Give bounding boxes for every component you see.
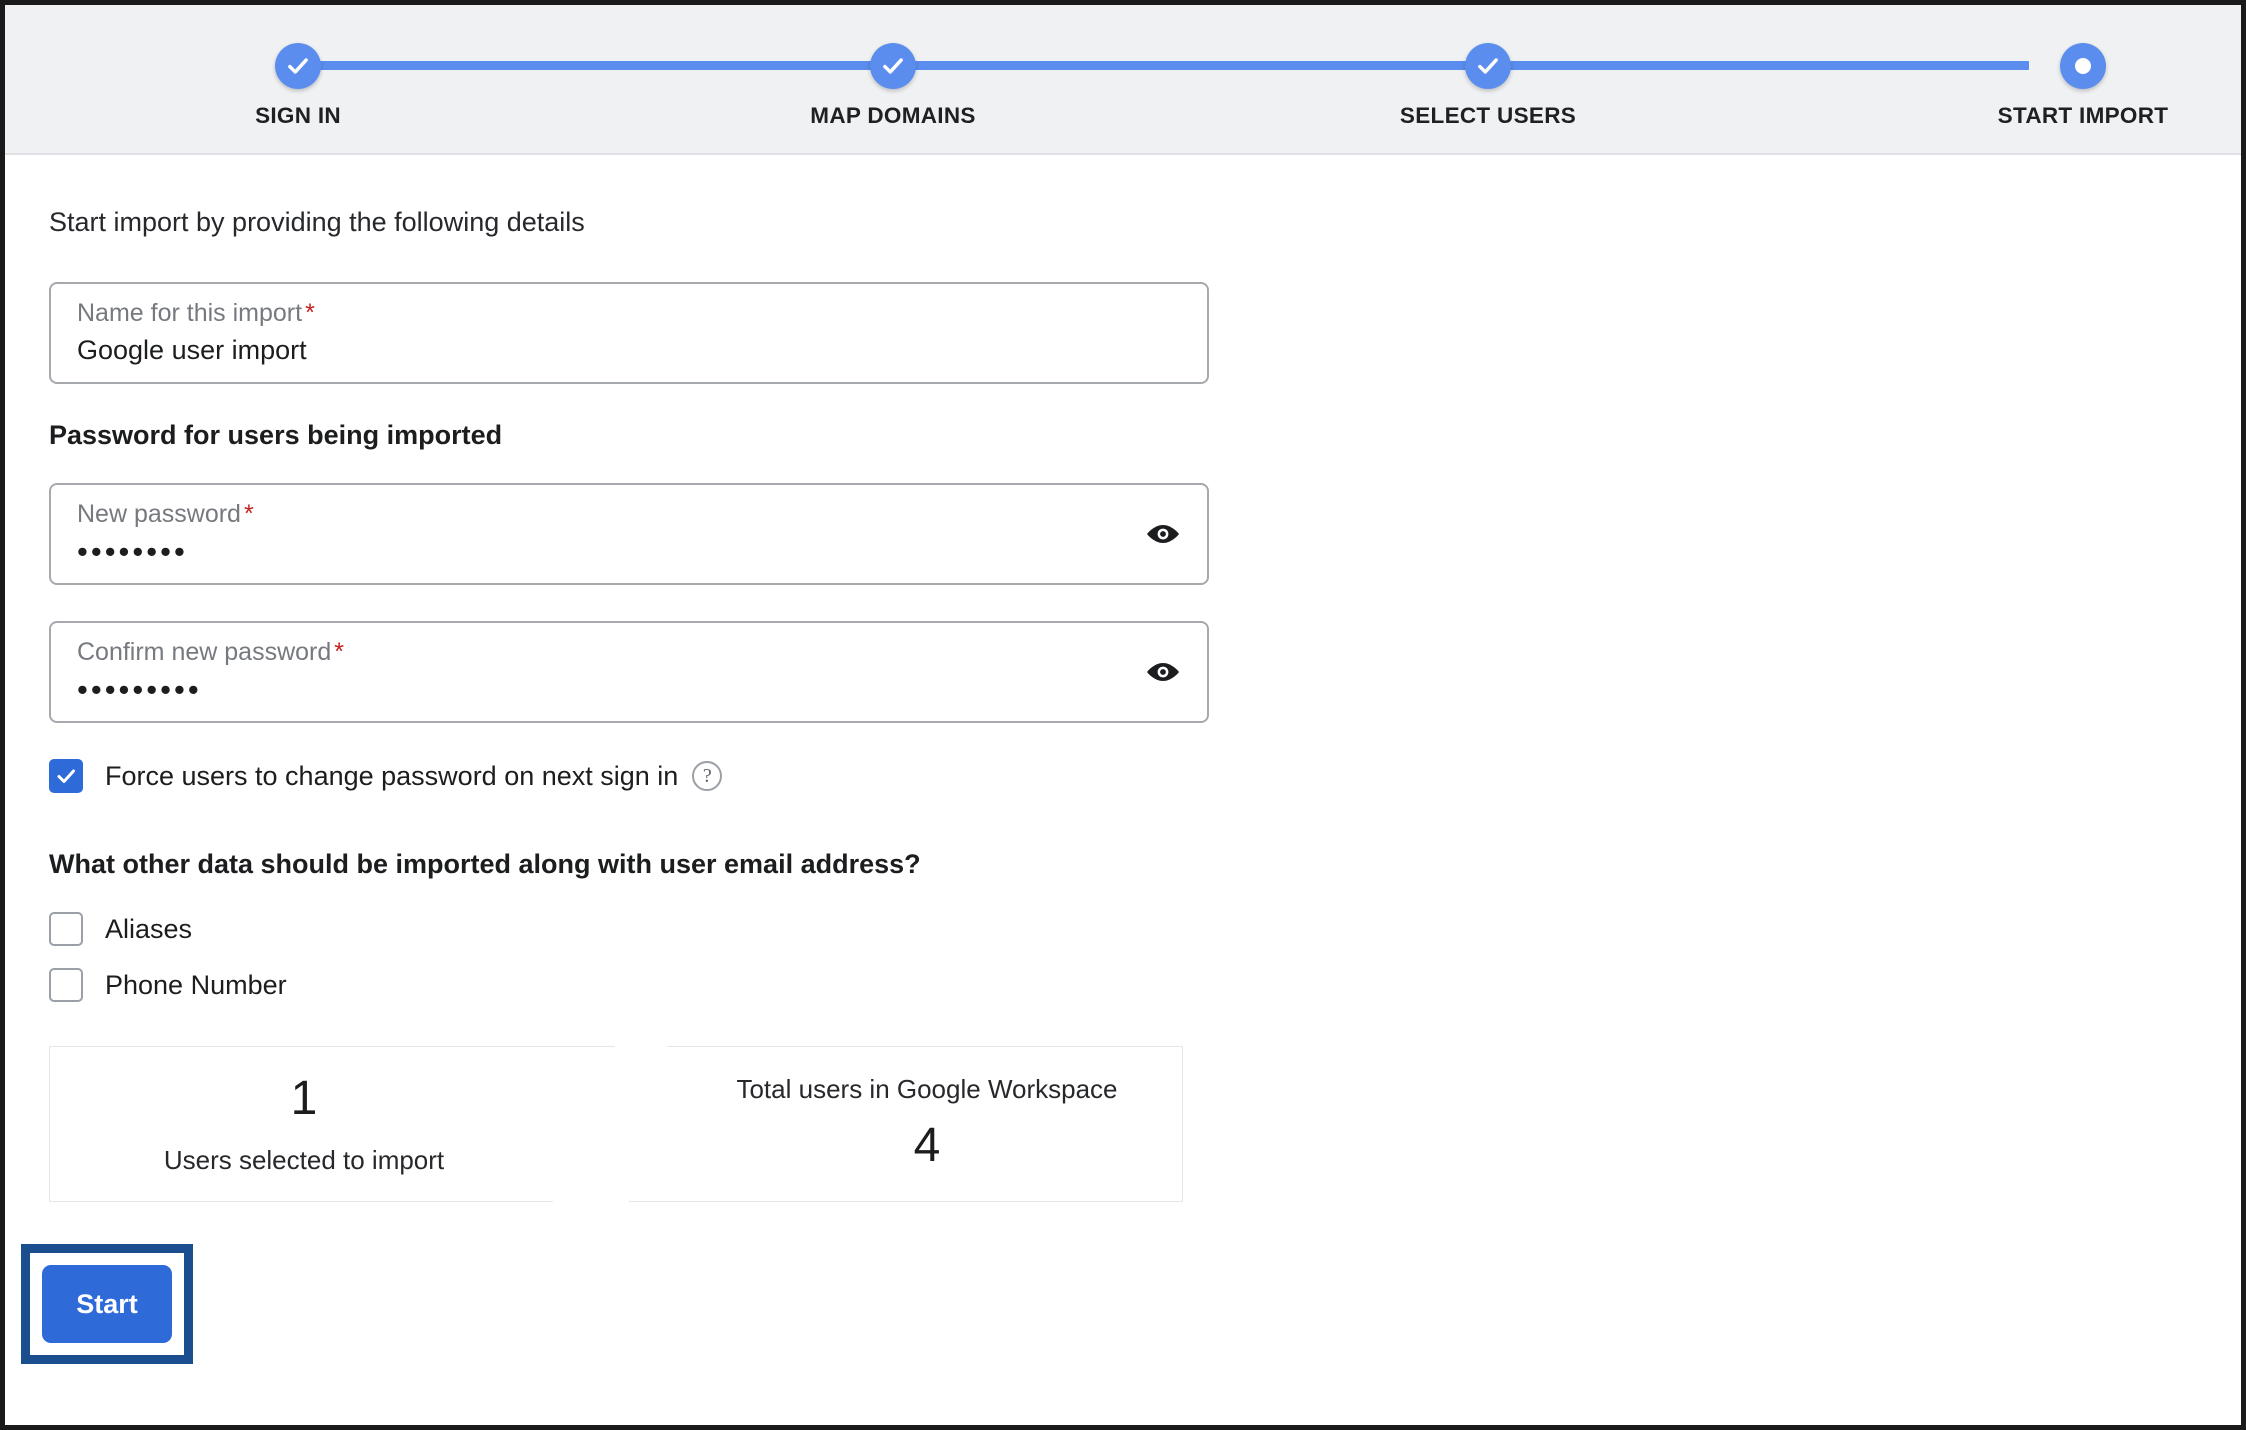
- total-users-caption: Total users in Google Workspace: [736, 1074, 1118, 1105]
- new-password-label: New password *: [77, 502, 1183, 527]
- other-data-heading: What other data should be imported along…: [49, 849, 921, 879]
- option-aliases-row[interactable]: Aliases: [49, 912, 2241, 946]
- required-asterisk: *: [243, 500, 254, 528]
- step-select-users[interactable]: SELECT USERS: [1328, 5, 1648, 129]
- stepper-track: [298, 61, 2029, 70]
- import-name-field[interactable]: Name for this import * Google user import: [49, 282, 1209, 384]
- selected-users-caption: Users selected to import: [163, 1144, 445, 1175]
- step-label: MAP DOMAINS: [810, 103, 976, 128]
- import-name-value[interactable]: Google user import: [77, 337, 1183, 364]
- confirm-password-label: Confirm new password *: [77, 640, 1183, 665]
- phone-number-checkbox[interactable]: [49, 968, 83, 1002]
- aliases-label: Aliases: [105, 913, 193, 944]
- help-question-icon[interactable]: ?: [692, 761, 723, 791]
- required-asterisk: *: [305, 299, 315, 327]
- new-password-value[interactable]: ••••••••: [77, 536, 1183, 567]
- step-label: SIGN IN: [255, 103, 341, 128]
- force-password-change-row[interactable]: Force users to change password on next s…: [49, 759, 2241, 793]
- dot-icon: [2060, 43, 2106, 89]
- page-intro-text: Start import by providing the following …: [49, 207, 585, 237]
- phone-number-label: Phone Number: [105, 969, 287, 1000]
- total-users-count: 4: [913, 1119, 941, 1173]
- force-password-change-checkbox[interactable]: [49, 759, 83, 793]
- eye-icon[interactable]: [1143, 652, 1183, 692]
- password-section-heading: Password for users being imported: [49, 420, 503, 450]
- wizard-stepper: SIGN IN MAP DOMAINS SELECT USERS START I…: [5, 5, 2241, 155]
- import-wizard-page: SIGN IN MAP DOMAINS SELECT USERS START I…: [0, 0, 2246, 1430]
- step-label: SELECT USERS: [1399, 103, 1577, 128]
- start-button[interactable]: Start: [42, 1265, 172, 1343]
- step-map-domains[interactable]: MAP DOMAINS: [733, 5, 1053, 129]
- confirm-password-field[interactable]: Confirm new password * •••••••••: [49, 621, 1209, 723]
- option-phone-number-row[interactable]: Phone Number: [49, 968, 2241, 1002]
- stats-cards: 1 Users selected to import Total users i…: [49, 1046, 1183, 1202]
- aliases-checkbox[interactable]: [49, 912, 83, 946]
- import-form: Start import by providing the following …: [5, 155, 2241, 1364]
- new-password-field[interactable]: New password * ••••••••: [49, 483, 1209, 585]
- import-name-label: Name for this import *: [77, 301, 1183, 326]
- confirm-password-value[interactable]: •••••••••: [77, 674, 1183, 705]
- step-start-import[interactable]: START IMPORT: [1923, 5, 2241, 129]
- step-sign-in[interactable]: SIGN IN: [138, 5, 458, 129]
- new-password-label-text: New password: [77, 500, 241, 528]
- check-icon: [1465, 43, 1511, 89]
- required-asterisk: *: [334, 638, 344, 666]
- check-icon: [275, 43, 321, 89]
- selected-users-count: 1: [290, 1072, 318, 1126]
- eye-icon[interactable]: [1143, 514, 1183, 554]
- total-users-card: Total users in Google Workspace 4: [629, 1046, 1183, 1202]
- force-password-change-label: Force users to change password on next s…: [105, 760, 679, 791]
- confirm-password-label-text: Confirm new password: [77, 638, 332, 666]
- check-icon: [870, 43, 916, 89]
- import-name-label-text: Name for this import: [77, 299, 303, 327]
- selected-users-card: 1 Users selected to import: [49, 1046, 615, 1202]
- step-label: START IMPORT: [1997, 103, 2169, 128]
